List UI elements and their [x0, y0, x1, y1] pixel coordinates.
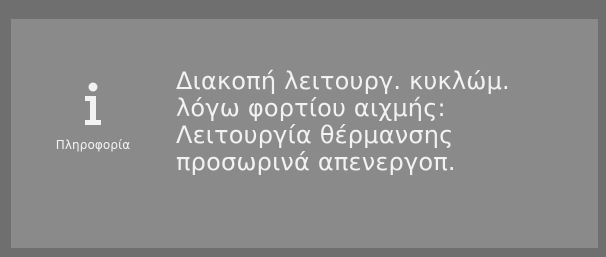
- message-line: λόγω φορτίου αιχμής:: [176, 94, 446, 122]
- notification-frame: Πληροφορία Διακοπή λειτουργ. κυκλώμ. λόγ…: [0, 0, 606, 257]
- info-icon: [82, 82, 104, 126]
- frame-bottom-border: [0, 248, 606, 257]
- message-line: προσωρινά απενεργοπ.: [176, 148, 456, 176]
- message-line: Διακοπή λειτουργ. κυκλώμ.: [176, 67, 510, 95]
- message-line: Λειτουργία θέρμανσης: [176, 121, 454, 149]
- info-block: Πληροφορία: [38, 82, 148, 152]
- frame-top-border: [0, 0, 606, 19]
- info-label: Πληροφορία: [55, 138, 131, 152]
- frame-left-border: [0, 19, 11, 257]
- frame-right-border: [598, 19, 606, 257]
- notification-message: Διακοπή λειτουργ. κυκλώμ. λόγω φορτίου α…: [176, 68, 586, 176]
